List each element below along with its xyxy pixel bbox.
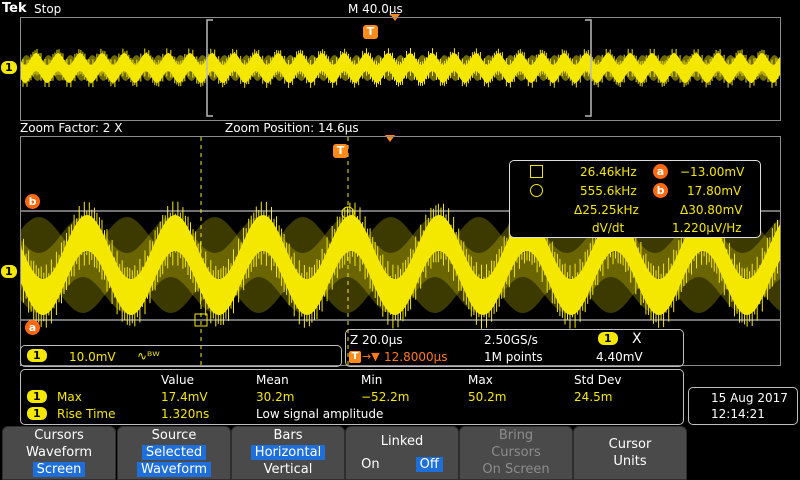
cursors-mode-waveform: Waveform — [26, 445, 92, 460]
meas-row2-value: 1.320ns — [161, 407, 210, 421]
overview-trigger-icon: T — [363, 25, 378, 39]
zoom-ch1-marker[interactable]: 1 — [1, 265, 17, 278]
brand-logo: Tek — [2, 1, 27, 16]
meas-row1-min: −52.2m — [361, 390, 410, 404]
meas-row1-mean: 30.2m — [256, 390, 295, 404]
meas-header-min: Min — [361, 373, 383, 387]
cursor-row1-value: −13.00mV — [680, 165, 745, 179]
meas-row1-value: 17.4mV — [161, 390, 208, 404]
datetime-panel: 15 Aug 2017 12:14:21 — [688, 387, 798, 425]
overview-waveform-area[interactable] — [20, 17, 781, 121]
date-display: 15 Aug 2017 — [711, 391, 788, 405]
bring-label: Bring — [498, 428, 534, 443]
linked-label: Linked — [380, 434, 424, 449]
source-softkey[interactable]: Source Selected Waveform — [117, 426, 231, 480]
bring-cursors-label: Cursors — [491, 445, 541, 460]
meas-header-mean: Mean — [256, 373, 289, 387]
cursor-row1-freq: 26.46kHz — [580, 165, 637, 179]
sample-rate: 2.50GS/s — [484, 333, 538, 347]
cursor-row2-freq: 555.6kHz — [580, 184, 637, 198]
zoom-position: Zoom Position: 14.6µs — [225, 121, 359, 135]
cursor-b-icon: b — [653, 183, 668, 198]
dvdt-label: dV/dt — [592, 221, 625, 235]
source-selected: Selected — [141, 445, 207, 460]
trigger-source-badge: 1 — [598, 332, 618, 345]
overview-ch1-marker[interactable]: 1 — [1, 61, 17, 74]
dvdt-value: 1.220µV/Hz — [672, 221, 742, 235]
meas-row2-name: Rise Time — [57, 407, 116, 421]
meas-row2-note: Low signal amplitude — [256, 407, 384, 421]
meas-row1-channel: 1 — [27, 390, 47, 403]
bring-cursors-softkey[interactable]: Bring Cursors On Screen — [459, 426, 573, 480]
source-waveform: Waveform — [137, 462, 211, 477]
trigger-arrow-icon: →▼ — [362, 350, 380, 363]
bars-vertical: Vertical — [263, 462, 313, 477]
cursor-delta-freq: Δ25.25kHz — [574, 203, 639, 217]
meas-row1-stddev: 24.5m — [574, 390, 613, 404]
meas-row1-name: Max — [57, 390, 82, 404]
meas-header-stddev: Std Dev — [574, 373, 622, 387]
channel-status-panel[interactable]: 1 10.0mV ∿ᴮᵂ — [20, 345, 342, 367]
zoom-factor: Zoom Factor: 2 X — [20, 121, 123, 135]
channel-1-scale: 10.0mV — [69, 350, 116, 364]
trigger-level: 4.40mV — [596, 350, 643, 364]
meas-header-max: Max — [468, 373, 493, 387]
linked-softkey[interactable]: Linked On Off — [345, 426, 459, 480]
square-cursor-icon — [530, 165, 543, 178]
acquisition-panel[interactable]: Z 20.0µs 2.50GS/s 1 X T →▼ 12.8000µs 1M … — [345, 329, 684, 367]
cursor-b-marker[interactable]: b — [25, 194, 40, 209]
meas-header-value: Value — [161, 373, 194, 387]
trigger-position-value: 12.8000µs — [384, 350, 448, 364]
cursor-units-label1: Cursor — [608, 437, 652, 452]
bandwidth-limit-icon: ∿ᴮᵂ — [137, 349, 160, 363]
trigger-position-icon: T — [349, 351, 361, 363]
cursor-units-label2: Units — [613, 454, 647, 469]
linked-off-option[interactable]: Off — [415, 457, 443, 472]
channel-1-badge: 1 — [27, 349, 47, 362]
overview-waveform-svg — [21, 19, 780, 117]
zoom-timescale: Z 20.0µs — [350, 333, 403, 347]
record-length: 1M points — [484, 350, 543, 364]
cursor-row2-value: 17.80mV — [687, 184, 742, 198]
run-state: Stop — [34, 2, 62, 16]
zoom-trigger-icon: T — [333, 144, 348, 158]
linked-on-option[interactable]: On — [361, 457, 379, 472]
cursors-softkey[interactable]: Cursors Waveform Screen — [2, 426, 116, 480]
meas-row2-channel: 1 — [27, 407, 47, 420]
cursor-a-icon: a — [653, 164, 668, 179]
bring-onscreen-label: On Screen — [482, 462, 550, 477]
cursors-mode-screen: Screen — [32, 462, 86, 477]
trigger-type-icon: X — [632, 331, 642, 347]
source-label: Source — [151, 428, 197, 443]
bars-softkey[interactable]: Bars Horizontal Vertical — [231, 426, 345, 480]
cursor-readout-panel: 26.46kHz a −13.00mV 555.6kHz b 17.80mV Δ… — [509, 160, 761, 238]
cursor-delta-value: Δ30.80mV — [680, 203, 743, 217]
cursor-units-softkey[interactable]: Cursor Units — [573, 426, 687, 480]
cursor-a-marker[interactable]: a — [25, 320, 40, 335]
meas-row1-max: 50.2m — [468, 390, 507, 404]
bars-horizontal: Horizontal — [250, 445, 326, 460]
cursors-label: Cursors — [34, 428, 84, 443]
circle-cursor-icon — [530, 184, 543, 197]
bars-label: Bars — [273, 428, 303, 443]
measurements-panel[interactable]: Value Mean Min Max Std Dev 1 Max 17.4mV … — [20, 369, 684, 425]
time-display: 12:14:21 — [711, 407, 765, 421]
